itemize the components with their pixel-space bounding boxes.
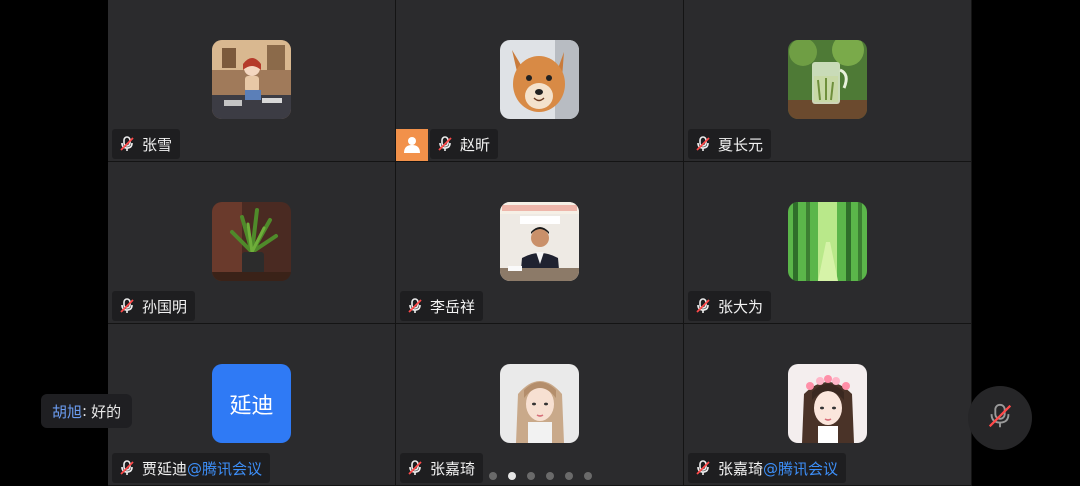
girl-flowers-photo bbox=[788, 364, 867, 443]
mic-muted-icon bbox=[406, 297, 424, 315]
participant-avatar bbox=[500, 202, 579, 281]
participant-tile[interactable]: 赵昕 bbox=[396, 0, 683, 161]
participant-tile[interactable]: 张嘉琦 @腾讯会议 bbox=[684, 324, 971, 485]
meeting-stage: 张雪 赵昕 夏长元 孙国明 李岳祥 张大为 延迪 贾延迪 @腾讯会议 张嘉琦 张… bbox=[0, 0, 1080, 486]
mic-muted-icon bbox=[118, 135, 136, 153]
chat-separator: : bbox=[82, 402, 88, 420]
plant-photo bbox=[212, 202, 291, 281]
page-dot[interactable] bbox=[488, 472, 497, 480]
participant-name-tag: 张大为 bbox=[688, 291, 772, 321]
participant-avatar bbox=[500, 40, 579, 119]
participant-tile[interactable]: 张雪 bbox=[108, 0, 395, 161]
participant-tile[interactable]: 张大为 bbox=[684, 162, 971, 323]
mic-muted-icon bbox=[118, 297, 136, 315]
participant-avatar bbox=[212, 202, 291, 281]
chat-sender: 胡旭 bbox=[52, 402, 83, 421]
page-dot[interactable] bbox=[583, 472, 592, 480]
participant-name-tag: 李岳祥 bbox=[400, 291, 484, 321]
participant-tile[interactable]: 夏长元 bbox=[684, 0, 971, 161]
participant-avatar bbox=[788, 364, 867, 443]
video-grid: 张雪 赵昕 夏长元 孙国明 李岳祥 张大为 延迪 贾延迪 @腾讯会议 张嘉琦 张… bbox=[108, 0, 972, 486]
page-dot-active[interactable] bbox=[507, 472, 516, 480]
tea-glass-photo bbox=[788, 40, 867, 119]
page-dot[interactable] bbox=[526, 472, 535, 480]
person-icon bbox=[396, 129, 428, 161]
girl-portrait-photo bbox=[500, 364, 579, 443]
participant-name: 李岳祥 bbox=[430, 297, 476, 316]
participant-avatar bbox=[788, 40, 867, 119]
man-desk-photo bbox=[500, 202, 579, 281]
participant-tile[interactable]: 孙国明 bbox=[108, 162, 395, 323]
mic-muted-icon bbox=[436, 135, 454, 153]
chat-message-bubble[interactable]: 胡旭 : 好的 bbox=[41, 394, 133, 428]
participant-tile[interactable]: 延迪 贾延迪 @腾讯会议 bbox=[108, 324, 395, 485]
girl-cartoon-photo bbox=[212, 40, 291, 119]
chat-message-text: 好的 bbox=[91, 402, 122, 421]
participant-name: 夏长元 bbox=[718, 135, 764, 154]
participant-name: 赵昕 bbox=[460, 135, 491, 154]
page-dot[interactable] bbox=[564, 472, 573, 480]
shiba-dog-photo bbox=[500, 40, 579, 119]
participant-tile[interactable]: 张嘉琦 bbox=[396, 324, 683, 485]
forest-photo bbox=[788, 202, 867, 281]
participant-name-tag: 孙国明 bbox=[112, 291, 196, 321]
participant-name-tag: 夏长元 bbox=[688, 129, 772, 159]
participant-name: 张雪 bbox=[142, 135, 173, 154]
participant-name: 孙国明 bbox=[142, 297, 188, 316]
page-dot[interactable] bbox=[545, 472, 554, 480]
mic-muted-icon bbox=[694, 297, 712, 315]
participant-avatar bbox=[500, 364, 579, 443]
participant-tile[interactable]: 李岳祥 bbox=[396, 162, 683, 323]
mic-muted-icon bbox=[694, 135, 712, 153]
page-indicator bbox=[0, 472, 1080, 480]
participant-name-tag: 赵昕 bbox=[430, 129, 499, 159]
participant-name: 张大为 bbox=[718, 297, 764, 316]
mute-microphone-button[interactable] bbox=[968, 386, 1032, 450]
participant-avatar bbox=[788, 202, 867, 281]
text-avatar: 延迪 bbox=[212, 364, 291, 443]
participant-name-tag: 张雪 bbox=[112, 129, 181, 159]
mic-muted-icon bbox=[985, 401, 1015, 435]
participant-avatar bbox=[212, 40, 291, 119]
